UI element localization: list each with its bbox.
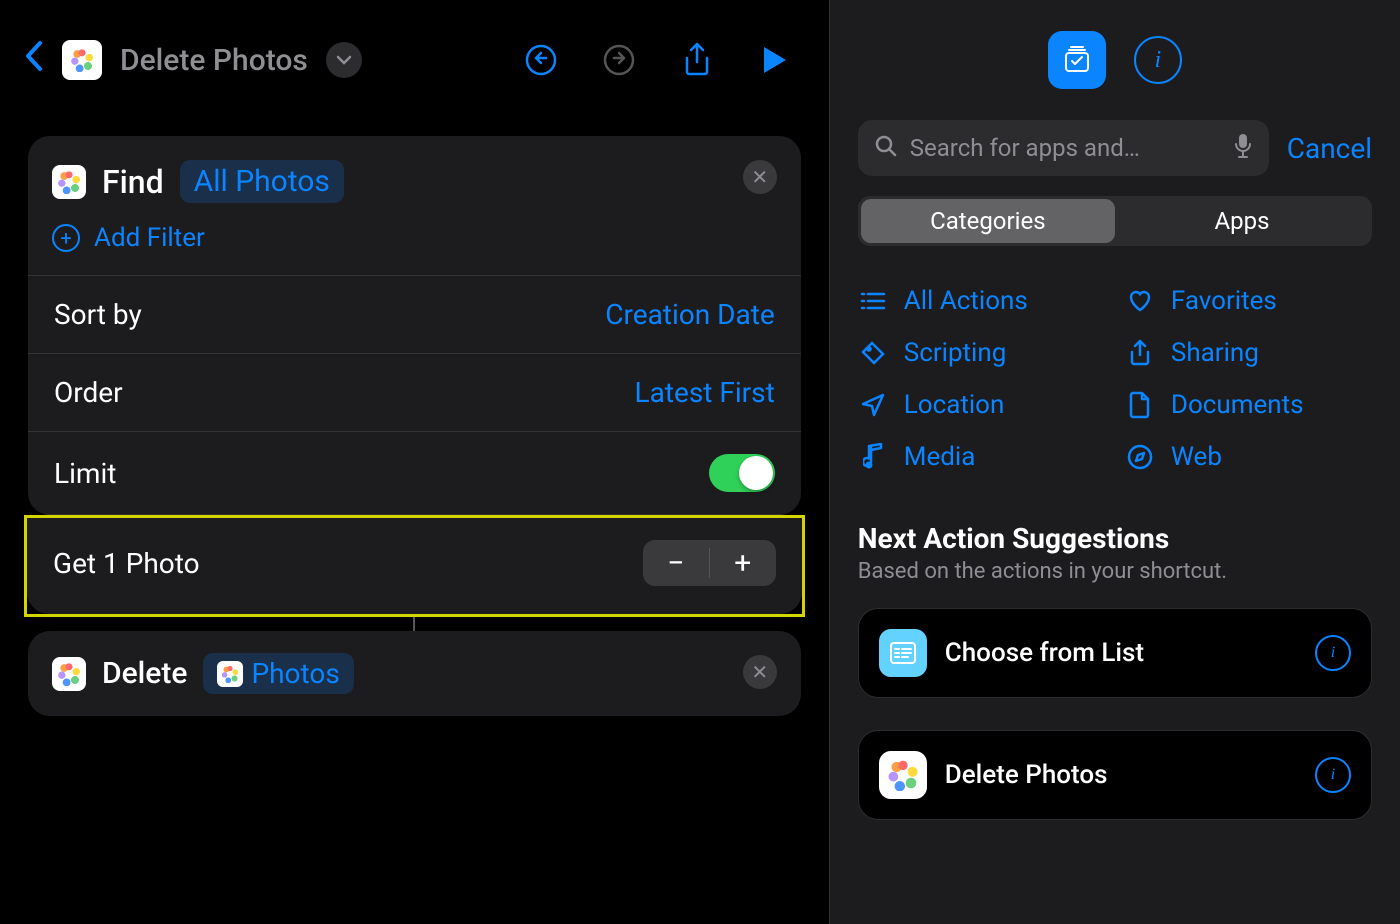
delete-action-label: Delete bbox=[102, 656, 187, 691]
categories-segment[interactable]: Categories bbox=[861, 199, 1115, 243]
photos-app-icon bbox=[52, 165, 86, 199]
shortcut-app-icon bbox=[62, 40, 102, 80]
redo-button bbox=[589, 30, 649, 90]
list-icon bbox=[858, 291, 888, 311]
category-sharing[interactable]: Sharing bbox=[1125, 338, 1372, 368]
suggestion-info-button[interactable]: i bbox=[1315, 635, 1351, 671]
add-filter-button[interactable]: + Add Filter bbox=[28, 221, 801, 275]
library-top-bar: i bbox=[830, 0, 1400, 120]
shortcut-title[interactable]: Delete Photos bbox=[120, 43, 308, 78]
stepper-plus-button[interactable]: + bbox=[710, 540, 776, 586]
compass-icon bbox=[1125, 444, 1155, 470]
photos-app-icon bbox=[879, 751, 927, 799]
sort-by-value: Creation Date bbox=[605, 298, 775, 331]
search-input[interactable] bbox=[910, 134, 1221, 162]
sort-by-label: Sort by bbox=[54, 298, 142, 331]
sort-by-row[interactable]: Sort by Creation Date bbox=[28, 275, 801, 353]
actions-library-tab[interactable] bbox=[1048, 31, 1106, 89]
dictation-icon[interactable] bbox=[1233, 133, 1253, 163]
find-action-label: Find bbox=[102, 163, 164, 201]
suggestion-choose-from-list[interactable]: Choose from List i bbox=[858, 608, 1372, 698]
limit-count-row-highlighted: Get 1 Photo − + bbox=[24, 515, 805, 617]
remove-delete-action-button[interactable]: ✕ bbox=[743, 655, 777, 689]
limit-toggle-row: Limit bbox=[28, 431, 801, 515]
suggestions-title: Next Action Suggestions bbox=[858, 522, 1372, 555]
plus-circle-icon: + bbox=[52, 224, 80, 252]
remove-find-action-button[interactable]: ✕ bbox=[743, 160, 777, 194]
location-icon bbox=[858, 392, 888, 418]
music-note-icon bbox=[858, 443, 888, 471]
delete-param-token[interactable]: Photos bbox=[203, 653, 353, 694]
heart-icon bbox=[1125, 289, 1155, 313]
apps-segment[interactable]: Apps bbox=[1115, 199, 1369, 243]
stepper-minus-button[interactable]: − bbox=[643, 540, 709, 586]
search-row: Cancel bbox=[830, 120, 1400, 176]
find-source-token[interactable]: All Photos bbox=[180, 160, 344, 203]
search-box[interactable] bbox=[858, 120, 1269, 176]
suggestion-delete-photos[interactable]: Delete Photos i bbox=[858, 730, 1372, 820]
category-all-actions[interactable]: All Actions bbox=[858, 286, 1105, 316]
tag-icon bbox=[858, 340, 888, 366]
back-button[interactable] bbox=[24, 39, 44, 82]
editor-toolbar: Delete Photos bbox=[0, 0, 829, 120]
limit-toggle[interactable] bbox=[709, 454, 775, 492]
suggestions-header: Next Action Suggestions Based on the act… bbox=[830, 492, 1400, 592]
limit-label: Limit bbox=[54, 457, 116, 490]
search-icon bbox=[874, 134, 898, 162]
photos-app-icon bbox=[52, 657, 86, 691]
limit-count-label: Get 1 Photo bbox=[53, 547, 200, 580]
order-value: Latest First bbox=[635, 376, 775, 409]
document-icon bbox=[1125, 391, 1155, 419]
add-filter-label: Add Filter bbox=[94, 223, 205, 253]
shortcut-menu-chevron-icon[interactable] bbox=[326, 42, 362, 78]
cancel-search-button[interactable]: Cancel bbox=[1287, 132, 1372, 165]
undo-button[interactable] bbox=[511, 30, 571, 90]
suggestions-subtitle: Based on the actions in your shortcut. bbox=[858, 559, 1372, 584]
category-favorites[interactable]: Favorites bbox=[1125, 286, 1372, 316]
order-label: Order bbox=[54, 376, 123, 409]
action-connector bbox=[413, 617, 415, 631]
category-location[interactable]: Location bbox=[858, 390, 1105, 420]
suggestion-label: Delete Photos bbox=[945, 760, 1297, 790]
category-web[interactable]: Web bbox=[1125, 442, 1372, 472]
category-media[interactable]: Media bbox=[858, 442, 1105, 472]
suggestion-label: Choose from List bbox=[945, 638, 1297, 668]
find-photos-action: Find All Photos ✕ + Add Filter Sort by C… bbox=[28, 136, 801, 515]
limit-stepper: − + bbox=[643, 540, 776, 586]
share-icon bbox=[1125, 339, 1155, 367]
suggestion-info-button[interactable]: i bbox=[1315, 757, 1351, 793]
share-button[interactable] bbox=[667, 30, 727, 90]
run-button[interactable] bbox=[745, 30, 805, 90]
order-row[interactable]: Order Latest First bbox=[28, 353, 801, 431]
info-tab[interactable]: i bbox=[1134, 36, 1182, 84]
category-documents[interactable]: Documents bbox=[1125, 390, 1372, 420]
category-grid: All Actions Favorites Scripting Sharing … bbox=[830, 266, 1400, 492]
choose-list-icon bbox=[879, 629, 927, 677]
shortcut-editor-panel: Delete Photos Find All Photos ✕ + Add Fi… bbox=[0, 0, 829, 924]
category-scripting[interactable]: Scripting bbox=[858, 338, 1105, 368]
actions-library-panel: i Cancel Categories Apps All Actions Fav… bbox=[829, 0, 1400, 924]
library-segmented-control: Categories Apps bbox=[858, 196, 1372, 246]
delete-photos-action: Delete Photos ✕ bbox=[28, 631, 801, 716]
